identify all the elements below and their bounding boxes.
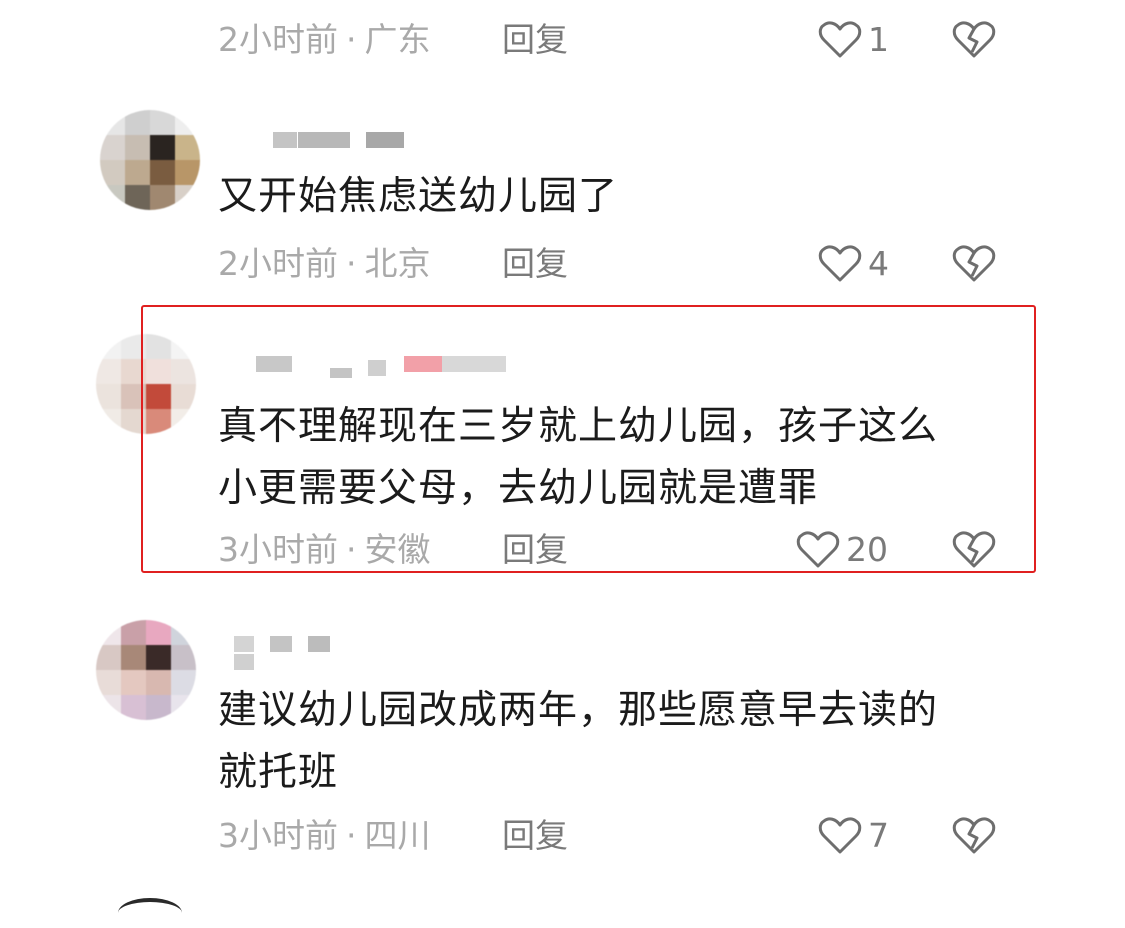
meta-separator: ·: [346, 816, 357, 855]
heart-outline-icon: [818, 244, 862, 284]
dislike-button[interactable]: [952, 816, 996, 856]
reply-button[interactable]: 回复: [502, 244, 568, 284]
comment-text: 建议幼儿园改成两年，那些愿意早去读的 就托班: [218, 680, 938, 804]
like-button[interactable]: 1: [818, 20, 889, 60]
comment-time: 2小时前: [218, 20, 338, 59]
reply-button[interactable]: 回复: [502, 20, 568, 60]
comment-location: 广东: [364, 20, 431, 59]
heart-outline-icon: [818, 20, 862, 60]
avatar[interactable]: [118, 898, 182, 928]
comment-time: 3小时前: [218, 816, 338, 855]
comment-meta: 2小时前 · 北京: [218, 244, 431, 284]
comment-meta: 3小时前 · 四川: [218, 816, 431, 856]
dislike-button[interactable]: [952, 20, 996, 60]
like-button[interactable]: 4: [818, 244, 889, 284]
broken-heart-icon: [952, 21, 996, 64]
comment-text: 又开始焦虑送幼儿园了: [218, 166, 618, 228]
meta-separator: ·: [346, 20, 357, 59]
comment-text-line: 就托班: [218, 750, 339, 795]
comment-location: 四川: [364, 816, 431, 855]
comment-meta: 2小时前 · 广东: [218, 20, 431, 60]
comment-location: 北京: [364, 244, 431, 283]
like-count: 7: [868, 816, 889, 855]
highlight-box: [141, 305, 1036, 573]
avatar[interactable]: [96, 620, 196, 720]
dislike-button[interactable]: [952, 244, 996, 284]
comment-time: 2小时前: [218, 244, 338, 283]
broken-heart-icon: [952, 817, 996, 860]
comment-text-line: 又开始焦虑送幼儿园了: [218, 174, 619, 219]
like-count: 1: [868, 20, 889, 59]
like-count: 4: [868, 244, 889, 283]
like-button[interactable]: 7: [818, 816, 889, 856]
avatar[interactable]: [100, 110, 200, 210]
reply-button[interactable]: 回复: [502, 816, 568, 856]
meta-separator: ·: [346, 244, 357, 283]
heart-outline-icon: [818, 816, 862, 856]
broken-heart-icon: [952, 245, 996, 288]
comment-text-line: 建议幼儿园改成两年，那些愿意早去读的: [218, 688, 939, 733]
